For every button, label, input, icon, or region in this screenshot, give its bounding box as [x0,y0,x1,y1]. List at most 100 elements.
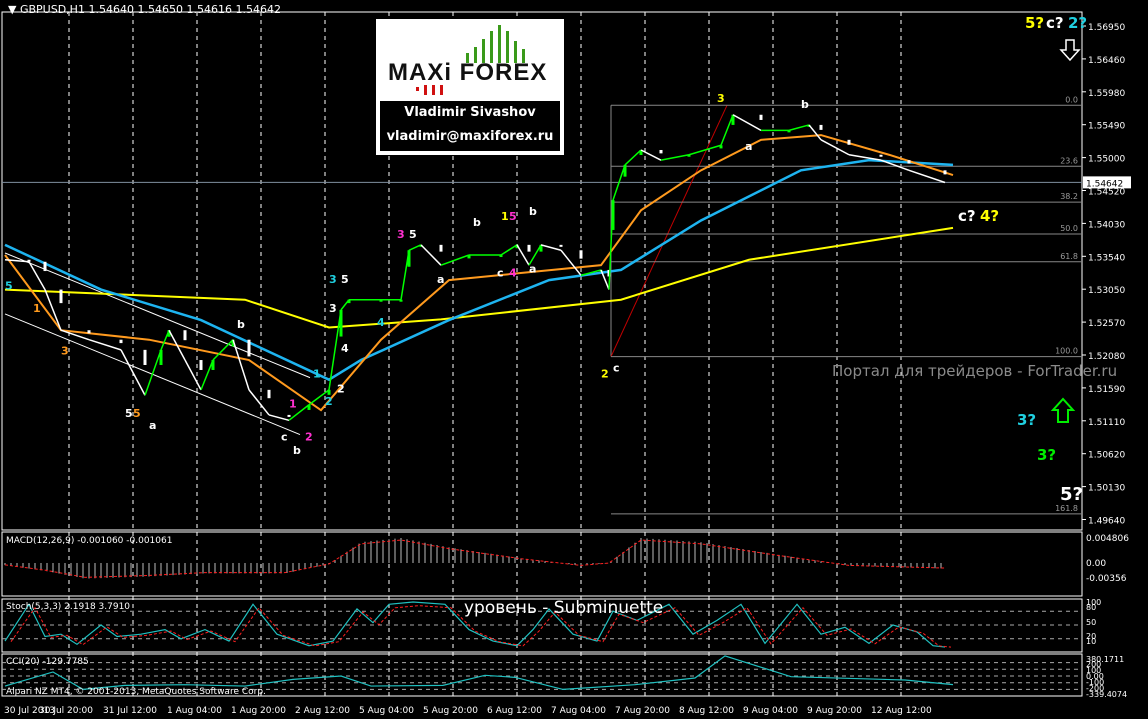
forecast-label: 3? [1017,411,1036,429]
low-price: 1.54616 [186,3,232,16]
arrow-down-icon [1059,39,1081,62]
price-segment [328,309,342,390]
price-segment [720,114,734,146]
price-tick: 1.52570 [1088,319,1125,329]
fib-level-label: 0.0 [1065,95,1078,104]
price-tick: 1.53050 [1088,286,1125,296]
time-tick: 1 Aug 20:00 [231,706,286,716]
candle [27,259,31,262]
candle [527,244,531,252]
price-tick: 1.55980 [1088,89,1125,99]
wave-label: 5 [341,273,349,286]
time-tick: 7 Aug 20:00 [615,706,670,716]
wave-label: 2 [305,431,313,444]
price-segment [660,153,690,161]
candle [759,114,763,120]
price-tick: 1.50620 [1088,451,1125,461]
time-tick: 6 Aug 12:00 [487,706,542,716]
candle [407,250,411,267]
author-box: Vladimir Sivashov vladimir@maxiforex.ru [380,101,560,151]
fib-level-label: 23.6 [1060,156,1078,165]
time-tick: 5 Aug 20:00 [423,706,478,716]
cci-line [4,655,954,691]
wave-label: a [437,273,444,286]
candle [719,145,723,149]
wave-label: 4 [341,342,349,355]
price-tick: 1.54030 [1088,220,1125,230]
open-price: 1.54640 [88,3,134,16]
price-segment [88,338,122,351]
wave-label: 1 [313,368,321,381]
candle [59,289,63,304]
wave-label: 4 [509,267,517,280]
price-tick: 1.56460 [1088,56,1125,66]
stoch-tick: 80 [1086,603,1096,612]
price-segment [540,244,562,251]
price-segment [200,359,214,391]
fib-level-label: 61.8 [1060,252,1078,261]
wave-label: c [497,267,504,280]
wave-label: 3 [717,92,725,105]
forecast-label: 4? [980,207,999,225]
price-segment [560,249,582,276]
price-segment [232,339,250,391]
time-tick: 9 Aug 20:00 [807,706,862,716]
fib-level-label: 100.0 [1055,347,1078,356]
wave-label: b [237,318,245,331]
candle [879,154,883,157]
candle [731,114,735,125]
candle [499,255,503,258]
candle [339,309,343,337]
wave-label: 1 [33,302,41,315]
price-segment [440,254,470,266]
cci-tick: -339.4074 [1086,690,1127,699]
ma-orange-line [4,134,954,412]
candle [143,349,147,366]
wave-label: 3 [61,345,69,358]
wave-label: 1 [501,210,509,223]
candle [659,149,663,154]
stoch-tick: 10 [1086,637,1096,646]
wave-label: 1 [289,397,297,410]
candle [87,330,91,334]
candle [267,389,271,399]
candle [247,339,251,357]
price-segment [788,124,810,132]
time-tick: 9 Aug 04:00 [743,706,798,716]
wave-label: 3 [329,273,337,286]
ma-blue-line [4,158,954,382]
price-segment [732,114,762,131]
candle [819,124,823,130]
price-tick: 1.51590 [1088,385,1125,395]
wave-label: c [613,362,620,375]
forecast-label: 3? [1037,446,1056,464]
candle [211,360,215,370]
wave-level-text: уровень - Subminuette [464,598,664,618]
collapse-triangle-icon[interactable]: ▼ [8,3,16,16]
price-tick: 1.51110 [1088,418,1125,428]
price-tick: 1.56950 [1088,23,1125,33]
price-tick: 1.49640 [1088,517,1125,527]
candle [159,349,163,366]
candle [439,244,443,252]
wave-label: b [529,205,537,218]
macd-tick: 0.00 [1086,559,1106,569]
price-segment [248,389,270,416]
candle [119,339,123,344]
close-price: 1.54642 [235,3,281,16]
wave-label: 5 [5,280,13,293]
wave-label: 3 [397,228,405,241]
high-price: 1.54650 [137,3,183,16]
price-segment [268,414,290,422]
price-tick: 1.53540 [1088,253,1125,263]
time-tick: 12 Aug 12:00 [871,706,932,716]
price-tick: 1.55490 [1088,122,1125,132]
fib-level-label: 161.8 [1055,504,1078,513]
candle [43,261,47,272]
author-name: Vladimir Sivashov [404,105,536,120]
candle [579,250,583,259]
wave-label: b [801,98,809,111]
price-segment [848,153,882,161]
candle [847,139,851,145]
price-segment [516,244,530,266]
